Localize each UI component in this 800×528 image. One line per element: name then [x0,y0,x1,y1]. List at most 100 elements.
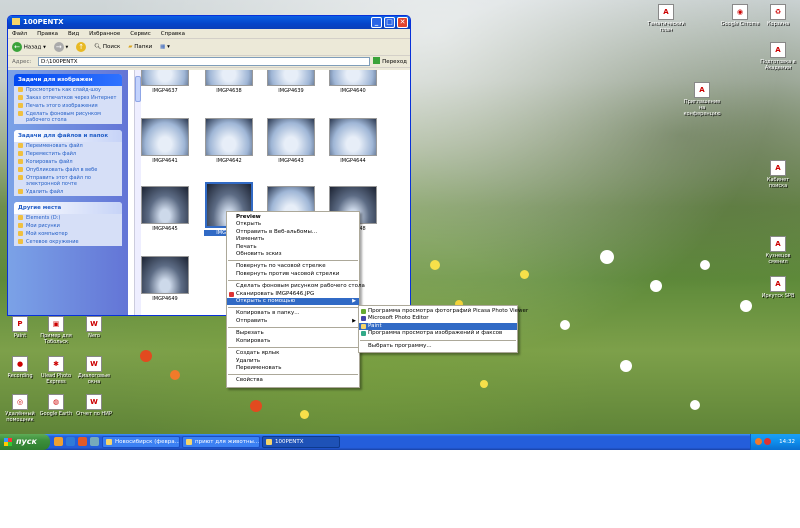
task-link[interactable]: Переименовать файл [14,142,122,150]
menu-item-scan[interactable]: Сканировать IMGP4646.JPG [227,291,359,298]
desktop-icon[interactable]: W Отчет по НИР [74,394,114,417]
menu-separator [228,307,358,309]
thumbnail-caption: IMGP4643 [278,158,304,164]
tray-icon[interactable] [764,438,771,445]
back-button[interactable]: ← Назад ▾ [12,42,46,52]
panel-header[interactable]: Задачи для изображен [14,74,122,86]
menu-item-properties[interactable]: Свойства [227,377,359,384]
desktop-icon[interactable]: ◉ Google Chrome [720,4,760,27]
menu-item-copy-to-folder[interactable]: Копировать в папку... [227,310,359,317]
menu-item-refresh-thumbnail[interactable]: Обновить эскиз [227,251,359,258]
task-link[interactable]: Копировать файл [14,158,122,166]
menu-item-delete[interactable]: Удалить [227,358,359,365]
menu-item-edit[interactable]: Изменить [227,236,359,243]
close-button[interactable]: ✕ [397,17,408,28]
taskbar-task[interactable]: приют для животны... [182,436,260,448]
thumbnail[interactable]: IMGP4643 [266,118,316,164]
place-link[interactable]: Сетевое окружение [14,238,122,246]
task-link[interactable]: Удалить файл [14,188,122,196]
menu-item-print[interactable]: Печать [227,244,359,251]
menu-item-rename[interactable]: Переименовать [227,365,359,372]
desktop-app-icon: ◎ [12,394,28,410]
forward-button[interactable]: → ▾ [53,42,68,52]
open-with-image-viewer[interactable]: Программа просмотра изображений и факсов [359,330,517,337]
quicklaunch-icon[interactable] [54,437,63,446]
place-link[interactable]: Elements (D:) [14,214,122,222]
menu-view[interactable]: Вид [68,31,79,37]
task-link[interactable]: Опубликовать файл в вебе [14,166,122,174]
minimize-button[interactable]: _ [371,17,382,28]
menu-item-set-wallpaper[interactable]: Сделать фоновым рисунком рабочего стола [227,283,365,290]
task-link[interactable]: Заказ отпечатков через Интернет [14,94,122,102]
desktop-icon[interactable]: W Nero [74,316,114,339]
views-button[interactable]: ▦ ▾ [160,44,170,50]
desktop-icon[interactable]: ◎ Удалённый помощник [0,394,40,423]
menu-item-send-to[interactable]: Отправить ▶ [227,318,359,325]
tray-icon[interactable] [755,438,762,445]
go-button[interactable]: Переход [373,57,407,65]
open-with-picasa[interactable]: Программа просмотра фотографий Picasa Ph… [359,308,528,315]
desktop-icon[interactable]: A Иркутск SPB [758,276,798,299]
desktop-icon[interactable]: A Подготовка в Академии [758,42,798,71]
place-link[interactable]: Мои рисунки [14,222,122,230]
quicklaunch-icon[interactable] [66,437,75,446]
menu-item-open[interactable]: Открыть [227,221,359,228]
desktop-icon[interactable]: A Приглашение на конференцию [682,82,722,117]
menu-item-rotate-cw[interactable]: Повернуть по часовой стрелке [227,263,359,270]
desktop-icon[interactable]: W Диалоговые окна [74,356,114,385]
desktop-icon[interactable]: A Тематический план [646,4,686,33]
panel-header[interactable]: Другие места [14,202,122,214]
desktop-icon[interactable]: ✱ Ulead Photo Express [36,356,76,385]
task-link[interactable]: Отправить этот файл по электронной почте [14,174,122,188]
menu-favorites[interactable]: Избранное [89,31,120,37]
desktop-icon[interactable]: A Кабинет поиска [758,160,798,189]
thumbnail[interactable]: IMGP4641 [140,118,190,164]
thumbnail[interactable]: IMGP4649 [140,256,190,302]
open-with-photo-editor[interactable]: Microsoft Photo Editor [359,315,517,322]
desktop-icon[interactable]: A Кузнецов сменил [758,236,798,265]
open-with-choose-program[interactable]: Выбрать программу... [359,343,517,350]
menu-item-open-with[interactable]: Открыть с помощью ▶ [227,298,359,306]
menu-item-copy[interactable]: Копировать [227,338,359,345]
thumbnail[interactable]: IMGP4644 [328,118,378,164]
task-link[interactable]: Просмотреть как слайд-шоу [14,86,122,94]
thumbnail[interactable]: IMGP4637 [140,70,190,94]
maximize-button[interactable]: □ [384,17,395,28]
menu-help[interactable]: Справка [161,31,185,37]
task-link[interactable]: Печать этого изображения [14,102,122,110]
panel-header[interactable]: Задачи для файлов и папок [14,130,122,142]
search-button[interactable]: 🔍︎ Поиск [94,44,120,50]
desktop-icon[interactable]: ● Recording [0,356,40,379]
menu-item-create-shortcut[interactable]: Создать ярлык [227,350,359,357]
start-button[interactable]: пуск [0,434,50,450]
menu-separator [360,339,516,341]
menu-edit[interactable]: Правка [37,31,58,37]
desktop-icon[interactable]: P Paint [0,316,40,339]
quicklaunch-icon[interactable] [78,437,87,446]
thumbnail[interactable]: IMGP4639 [266,70,316,94]
menu-item-rotate-ccw[interactable]: Повернуть против часовой стрелки [227,271,359,278]
taskbar-task-active[interactable]: 100PENTX [262,436,340,448]
place-link[interactable]: Мой компьютер [14,230,122,238]
menu-item-cut[interactable]: Вырезать [227,330,359,337]
task-link[interactable]: Переместить файл [14,150,122,158]
folders-button[interactable]: ▰ Папки [128,44,152,50]
desktop-icon[interactable]: ▣ Пример для Тобольск [36,316,76,345]
thumbnail[interactable]: IMGP4642 [204,118,254,164]
window-titlebar[interactable]: 100PENTX _ □ ✕ [8,16,410,29]
address-input[interactable]: D:\100PENTX [38,57,370,66]
task-link[interactable]: Сделать фоновым рисунком рабочего стола [14,110,122,124]
menu-item-preview[interactable]: Preview [227,214,359,221]
thumbnail[interactable]: IMGP4640 [328,70,378,94]
up-button[interactable]: ↑ [76,42,87,52]
desktop-app-icon: ▣ [48,316,64,332]
menu-file[interactable]: Файл [12,31,27,37]
thumbnail[interactable]: IMGP4645 [140,186,190,232]
menu-tools[interactable]: Сервис [130,31,151,37]
desktop-icon[interactable]: ◍ Google Earth [36,394,76,417]
taskbar-task[interactable]: Новосибирск (февра... [102,436,180,448]
thumbnail[interactable]: IMGP4638 [204,70,254,94]
menu-item-send-web-albums[interactable]: Отправить в Веб-альбомы... [227,229,359,236]
quicklaunch-icon[interactable] [90,437,99,446]
desktop-icon[interactable]: ♻ Корзина [758,4,798,27]
